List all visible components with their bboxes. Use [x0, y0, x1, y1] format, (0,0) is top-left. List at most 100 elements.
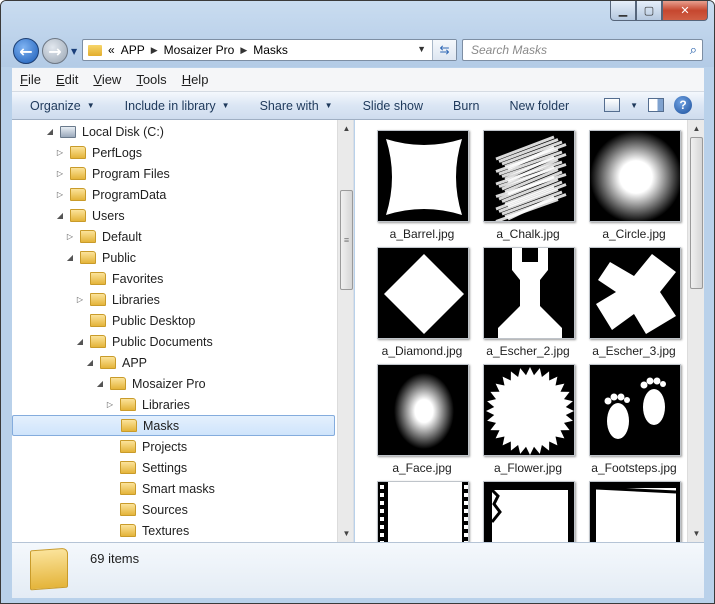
share-with-button[interactable]: Share with ▼	[260, 99, 333, 113]
breadcrumb-mosaizer[interactable]: Mosaizer Pro	[164, 43, 235, 57]
tree-item[interactable]: Projects	[12, 436, 335, 457]
tree-item-label: ProgramData	[92, 187, 167, 202]
tree-item[interactable]: Settings	[12, 457, 335, 478]
tree-item[interactable]: ▷ Libraries	[12, 289, 335, 310]
nav-scroll-thumb[interactable]: ≡	[340, 190, 353, 290]
preview-pane-icon[interactable]	[648, 98, 664, 112]
tree-item[interactable]: ▷ Default	[12, 226, 335, 247]
folder-icon	[90, 272, 106, 285]
slide-show-button[interactable]: Slide show	[363, 99, 423, 113]
chevron-right-icon[interactable]: ▶	[151, 45, 158, 56]
folder-icon	[30, 547, 68, 591]
search-icon[interactable]: ⌕	[690, 42, 697, 58]
tree-item[interactable]: Favorites	[12, 268, 335, 289]
tree-item[interactable]: Smart masks	[12, 478, 335, 499]
folder-icon	[80, 251, 96, 264]
scroll-down-icon[interactable]: ▼	[338, 525, 353, 542]
collapse-icon[interactable]: ◢	[75, 337, 85, 346]
organize-button[interactable]: Organize ▼	[30, 99, 95, 113]
expand-icon[interactable]: ▷	[105, 400, 115, 409]
navigation-pane: ◢ Local Disk (C:) ▷ PerfLogs ▷ Program Files ▷…	[12, 120, 354, 542]
tree-item[interactable]: ▷ ProgramData	[12, 184, 335, 205]
menu-file[interactable]: File	[20, 72, 41, 87]
file-thumbnail[interactable]: a_Circle.jpg	[581, 122, 687, 241]
file-thumbnail[interactable]: a_Chalk.jpg	[475, 122, 581, 241]
file-thumbnail[interactable]: a_Escher_2.jpg	[475, 239, 581, 358]
file-thumbnail[interactable]: a_Footsteps.jpg	[581, 356, 687, 475]
tree-item[interactable]: ▷ Libraries	[12, 394, 335, 415]
file-thumbnail[interactable]: a_Barrel.jpg	[369, 122, 475, 241]
tree-item[interactable]: ◢ Public	[12, 247, 335, 268]
expand-icon[interactable]: ▷	[55, 190, 65, 199]
collapse-icon[interactable]: ◢	[95, 379, 105, 388]
collapse-icon[interactable]: ◢	[85, 358, 95, 367]
mask-image	[483, 130, 575, 222]
back-button[interactable]: ←	[13, 38, 39, 64]
tree-item[interactable]: ▷ PerfLogs	[12, 142, 335, 163]
maximize-button[interactable]: ▢	[636, 1, 662, 21]
scroll-up-icon[interactable]: ▲	[688, 120, 704, 137]
tree-item[interactable]: Masks	[12, 415, 335, 436]
file-thumbnail[interactable]: a_Flower.jpg	[475, 356, 581, 475]
scroll-up-icon[interactable]: ▲	[338, 120, 353, 137]
recent-pages-dropdown[interactable]: ▼	[71, 47, 77, 56]
tree-item[interactable]: Sources	[12, 499, 335, 520]
content-scrollbar[interactable]: ▲ ▼	[687, 120, 704, 542]
file-thumbnail[interactable]	[369, 473, 475, 542]
content-scroll-thumb[interactable]	[690, 137, 703, 289]
collapse-icon[interactable]: ◢	[65, 253, 75, 262]
breadcrumb-masks[interactable]: Masks	[253, 43, 288, 57]
include-in-library-button[interactable]: Include in library ▼	[125, 99, 230, 113]
address-bar[interactable]: « APP ▶ Mosaizer Pro ▶ Masks ▼ ⇆	[82, 39, 457, 61]
nav-scrollbar[interactable]: ▲ ≡ ▼	[337, 120, 353, 542]
tree-item[interactable]: ◢ Public Documents	[12, 331, 335, 352]
tree-item[interactable]: Public Desktop	[12, 310, 335, 331]
collapse-icon[interactable]: ◢	[45, 127, 55, 136]
help-icon[interactable]: ?	[674, 96, 692, 114]
folder-icon	[121, 419, 137, 432]
expand-icon[interactable]: ▷	[55, 169, 65, 178]
forward-button[interactable]: →	[42, 38, 68, 64]
menu-help[interactable]: Help	[182, 72, 209, 87]
folder-icon	[120, 482, 136, 495]
breadcrumb-app[interactable]: APP	[121, 43, 145, 57]
address-dropdown-icon[interactable]: ▼	[417, 44, 426, 54]
breadcrumb-overflow[interactable]: «	[108, 43, 115, 57]
tree-item[interactable]: ◢ APP	[12, 352, 335, 373]
folder-icon	[88, 44, 102, 56]
close-button[interactable]: ✕	[662, 1, 708, 21]
tree-item-label: Textures	[142, 523, 190, 538]
file-thumbnail[interactable]	[581, 473, 687, 542]
collapse-icon[interactable]: ◢	[55, 211, 65, 220]
burn-button[interactable]: Burn	[453, 99, 479, 113]
expand-icon[interactable]: ▷	[55, 148, 65, 157]
menu-tools[interactable]: Tools	[136, 72, 166, 87]
tree-item[interactable]: Textures	[12, 520, 335, 541]
minimize-button[interactable]: ▁	[610, 1, 636, 21]
chevron-down-icon[interactable]: ▼	[630, 101, 638, 110]
folder-icon	[120, 440, 136, 453]
tree-item[interactable]: ▷ Program Files	[12, 163, 335, 184]
folder-icon	[90, 335, 106, 348]
tree-item[interactable]: ◢ Mosaizer Pro	[12, 373, 335, 394]
expand-icon[interactable]: ▷	[65, 232, 75, 241]
newfolder-label: New folder	[509, 98, 570, 113]
folder-icon	[90, 314, 106, 327]
file-thumbnail[interactable]	[475, 473, 581, 542]
menu-view[interactable]: View	[93, 72, 121, 87]
refresh-button[interactable]: ⇆	[432, 40, 456, 60]
chevron-right-icon[interactable]: ▶	[240, 45, 247, 56]
search-input[interactable]: Search Masks ⌕	[462, 39, 703, 61]
menu-edit[interactable]: Edit	[56, 72, 78, 87]
new-folder-button[interactable]: New folder	[509, 99, 569, 113]
tree-item[interactable]: ◢ Local Disk (C:)	[12, 121, 335, 142]
tree-item[interactable]: ◢ Users	[12, 205, 335, 226]
chevron-down-icon: ▼	[86, 101, 95, 110]
tree-item-label: Smart masks	[142, 481, 215, 496]
scroll-down-icon[interactable]: ▼	[688, 525, 704, 542]
change-view-icon[interactable]	[604, 98, 621, 112]
expand-icon[interactable]: ▷	[75, 295, 85, 304]
file-thumbnail[interactable]: a_Face.jpg	[369, 356, 475, 475]
file-thumbnail[interactable]: a_Diamond.jpg	[369, 239, 475, 358]
file-thumbnail[interactable]: a_Escher_3.jpg	[581, 239, 687, 358]
